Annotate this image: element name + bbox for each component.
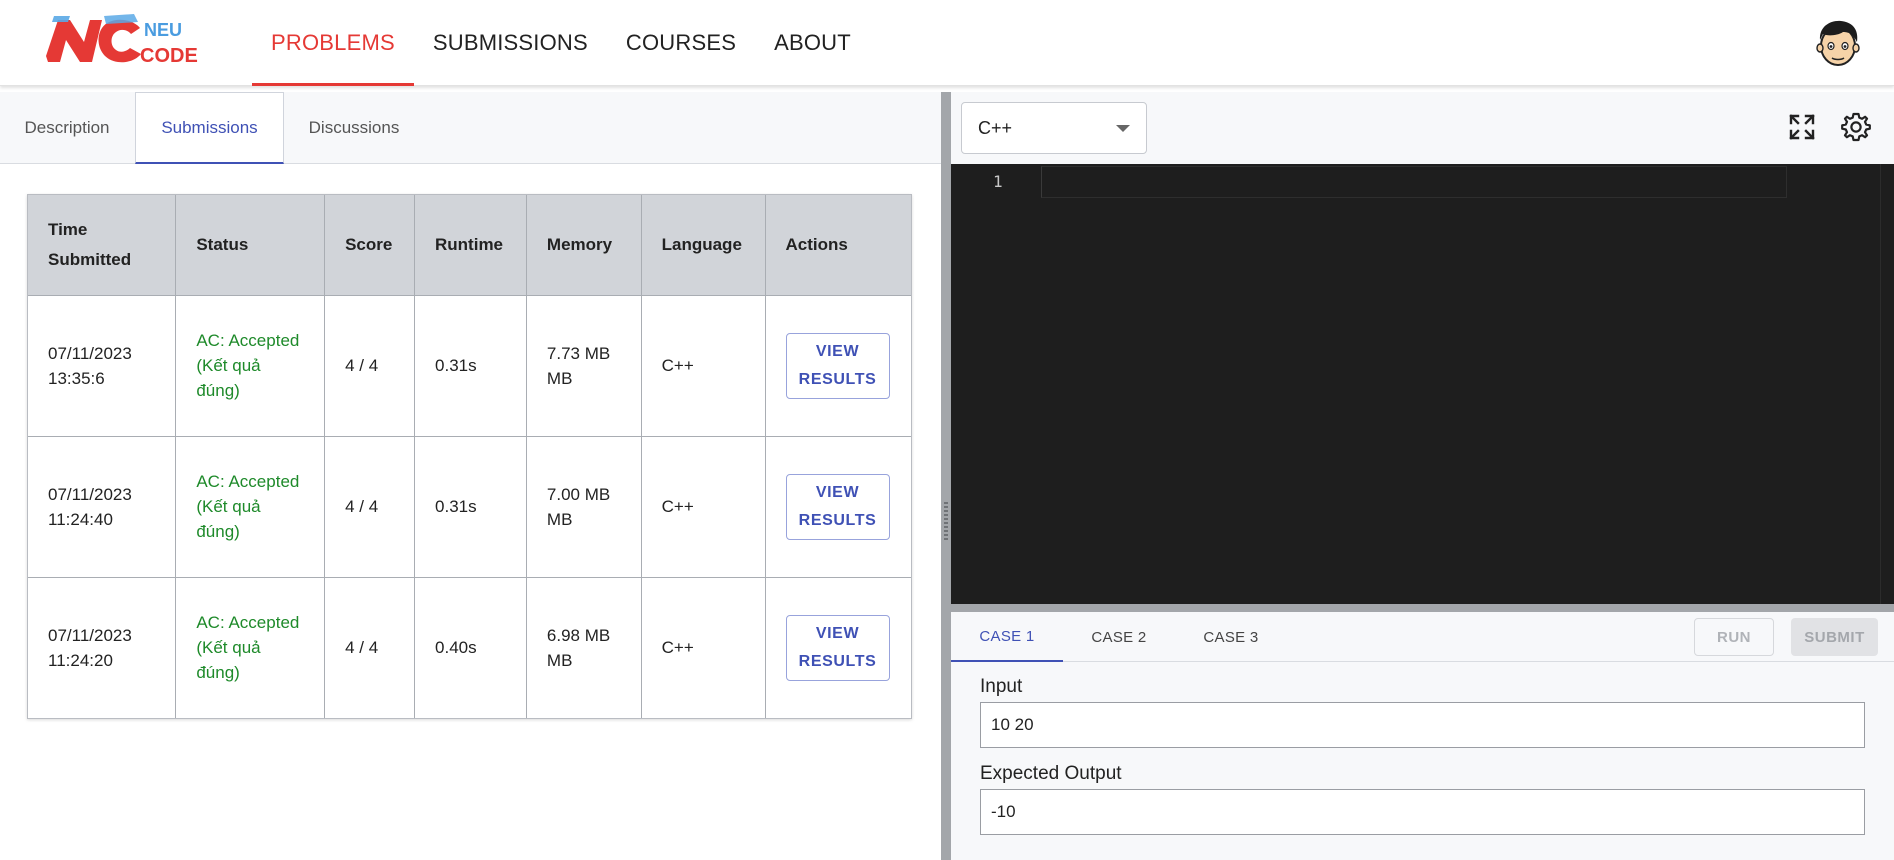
language-cell: C++	[641, 294, 766, 436]
table-header-row: Time Submitted Status Score Runtime Memo…	[28, 195, 911, 295]
grip-icon	[944, 502, 948, 542]
submit-date: 07/11/2023	[48, 484, 132, 504]
actions-cell: VIEW RESULTS	[765, 435, 911, 577]
nav-about[interactable]: ABOUT	[755, 0, 870, 86]
actions-cell: VIEW RESULTS	[765, 294, 911, 436]
tab-case-1[interactable]: CASE 1	[951, 612, 1063, 662]
view-results-button[interactable]: VIEW RESULTS	[785, 614, 890, 681]
submit-date: 07/11/2023	[48, 343, 132, 363]
language-select-value: C++	[978, 117, 1013, 138]
submit-date: 07/11/2023	[48, 625, 132, 645]
code-editor[interactable]: 1	[951, 164, 1894, 604]
col-actions: Actions	[765, 195, 911, 295]
problem-panel: Description Submissions Discussions Time…	[0, 92, 941, 860]
editor-toolbar: C++	[951, 92, 1894, 164]
runtime-cell: 0.31s	[414, 294, 527, 436]
memory-cell: 7.00 MB MB	[526, 435, 642, 577]
editor-panel: C++ 1 CASE 1 CASE 2 CASE 3 RUN SUBMIT In…	[951, 92, 1894, 860]
score-cell: 4 / 4	[324, 435, 416, 577]
tab-case-3[interactable]: CASE 3	[1175, 612, 1287, 662]
tab-description[interactable]: Description	[0, 92, 134, 164]
current-line-highlight	[1041, 166, 1787, 198]
col-score: Score	[324, 195, 416, 295]
col-time-submitted: Time Submitted	[28, 195, 177, 295]
gear-icon[interactable]	[1839, 110, 1873, 144]
submit-time: 13:35:6	[48, 368, 105, 388]
submissions-table: Time Submitted Status Score Runtime Memo…	[27, 194, 912, 719]
table-row: 07/11/2023 13:35:6 AC: Accepted (Kết quả…	[28, 294, 911, 436]
testcase-tabs: CASE 1 CASE 2 CASE 3 RUN SUBMIT	[951, 612, 1894, 662]
editor-scrollbar[interactable]	[1880, 164, 1894, 604]
expected-output-field[interactable]: -10	[980, 789, 1865, 835]
tab-case-2[interactable]: CASE 2	[1063, 612, 1175, 662]
run-button[interactable]: RUN	[1694, 618, 1774, 656]
memory-cell: 6.98 MB MB	[526, 576, 642, 718]
nav-submissions[interactable]: SUBMISSIONS	[414, 0, 607, 86]
top-header: NEU CODE PROBLEMS SUBMISSIONS COURSES AB…	[0, 0, 1894, 86]
col-memory: Memory	[526, 195, 642, 295]
line-number: 1	[993, 172, 1003, 191]
main-nav: PROBLEMS SUBMISSIONS COURSES ABOUT	[252, 0, 870, 86]
editor-resize-handle[interactable]	[951, 604, 1894, 612]
status-cell: AC: Accepted (Kết quả đúng)	[175, 576, 326, 718]
runtime-cell: 0.40s	[414, 576, 527, 718]
user-avatar[interactable]	[1815, 18, 1861, 68]
nav-problems[interactable]: PROBLEMS	[252, 0, 414, 86]
status-cell: AC: Accepted (Kết quả đúng)	[175, 435, 326, 577]
fullscreen-icon[interactable]	[1785, 110, 1819, 144]
col-runtime: Runtime	[414, 195, 527, 295]
score-cell: 4 / 4	[324, 576, 416, 718]
language-cell: C++	[641, 576, 766, 718]
table-row: 07/11/2023 11:24:40 AC: Accepted (Kết qu…	[28, 435, 911, 577]
language-select[interactable]: C++	[961, 102, 1147, 154]
chevron-down-icon	[1116, 125, 1130, 132]
col-language: Language	[641, 195, 766, 295]
time-submitted-cell: 07/11/2023 11:24:40	[28, 435, 177, 577]
neucode-logo[interactable]: NEU CODE	[44, 12, 234, 70]
status-cell: AC: Accepted (Kết quả đúng)	[175, 294, 326, 436]
tab-submissions[interactable]: Submissions	[135, 92, 284, 164]
submit-time: 11:24:40	[48, 509, 113, 529]
problem-tabs: Description Submissions Discussions	[0, 92, 941, 164]
svg-text:CODE: CODE	[140, 45, 198, 67]
input-field[interactable]: 10 20	[980, 702, 1865, 748]
time-submitted-cell: 07/11/2023 13:35:6	[28, 294, 177, 436]
runtime-cell: 0.31s	[414, 435, 527, 577]
svg-text:NEU: NEU	[144, 20, 182, 40]
view-results-button[interactable]: VIEW RESULTS	[785, 473, 890, 540]
panel-resize-handle[interactable]	[941, 92, 951, 860]
submit-button[interactable]: SUBMIT	[1791, 618, 1878, 656]
expected-output-label: Expected Output	[980, 763, 1122, 784]
memory-cell: 7.73 MB MB	[526, 294, 642, 436]
nav-courses[interactable]: COURSES	[607, 0, 755, 86]
actions-cell: VIEW RESULTS	[765, 576, 911, 718]
table-row: 07/11/2023 11:24:20 AC: Accepted (Kết qu…	[28, 576, 911, 718]
time-submitted-cell: 07/11/2023 11:24:20	[28, 576, 177, 718]
score-cell: 4 / 4	[324, 294, 416, 436]
col-status: Status	[175, 195, 326, 295]
input-label: Input	[980, 676, 1023, 697]
view-results-button[interactable]: VIEW RESULTS	[785, 332, 890, 399]
tab-discussions[interactable]: Discussions	[284, 92, 424, 164]
language-cell: C++	[641, 435, 766, 577]
testcase-panel: CASE 1 CASE 2 CASE 3 RUN SUBMIT Input 10…	[951, 612, 1894, 860]
submit-time: 11:24:20	[48, 650, 113, 670]
